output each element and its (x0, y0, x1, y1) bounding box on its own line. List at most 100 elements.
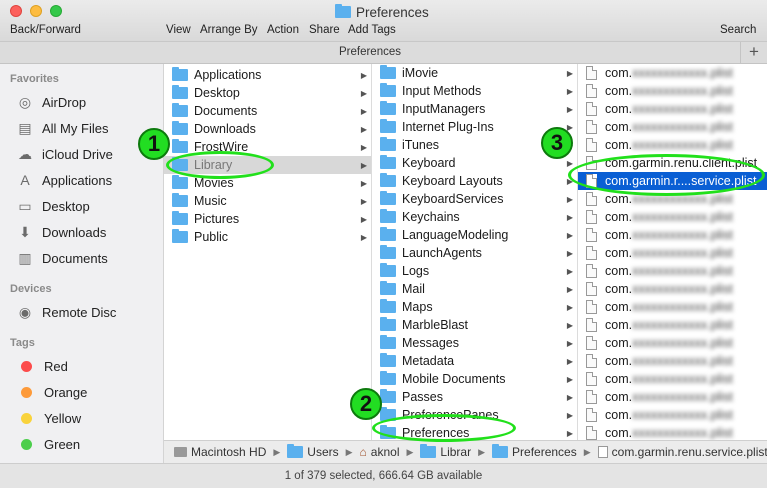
list-item[interactable]: KeyboardServices ▶ (372, 190, 577, 208)
new-tab-button[interactable]: + (740, 42, 767, 63)
list-item[interactable]: com.garmin.r....service.plist (578, 172, 767, 190)
list-item[interactable]: com. xxxxxxxxxxxx.plist (578, 208, 767, 226)
list-item[interactable]: InputManagers ▶ (372, 100, 577, 118)
disclosure-arrow-icon: ▶ (566, 356, 573, 366)
sidebar-item-downloads[interactable]: ⬇ Downloads (16, 222, 106, 242)
close-window-button[interactable] (10, 5, 22, 17)
list-item[interactable]: PreferencePanes ▶ (372, 406, 577, 424)
column-home[interactable]: Applications ▶ Desktop ▶ Documents ▶ Downloads… (164, 64, 372, 440)
path-segment-library[interactable]: Librar (420, 444, 471, 459)
list-item[interactable]: Mobile Documents ▶ (372, 370, 577, 388)
list-item[interactable]: Music ▶ (164, 192, 371, 210)
list-item[interactable]: com. xxxxxxxxxxxx.plist (578, 334, 767, 352)
path-segment-macintosh-hd[interactable]: Macintosh HD (174, 445, 266, 459)
folder-icon (380, 299, 396, 313)
add-tags-button[interactable]: Add Tags (348, 24, 396, 36)
list-item[interactable]: iMovie ▶ (372, 64, 577, 82)
document-icon (586, 336, 597, 350)
list-item[interactable]: com. xxxxxxxxxxxx.plist (578, 352, 767, 370)
list-item[interactable]: Maps ▶ (372, 298, 577, 316)
list-item[interactable]: Metadata ▶ (372, 352, 577, 370)
list-item[interactable]: com. xxxxxxxxxxxx.plist (578, 298, 767, 316)
arrange-by-button[interactable]: Arrange By (200, 24, 258, 36)
list-item[interactable]: Mail ▶ (372, 280, 577, 298)
minimize-window-button[interactable] (30, 5, 42, 17)
folder-icon (335, 4, 351, 18)
column-library[interactable]: iMovie ▶ Input Methods ▶ InputManagers ▶ Inter… (372, 64, 578, 440)
list-item[interactable]: Pictures ▶ (164, 210, 371, 228)
list-item[interactable]: Documents ▶ (164, 102, 371, 120)
list-item[interactable]: Keyboard Layouts ▶ (372, 172, 577, 190)
folder-icon (380, 425, 396, 439)
path-segment-preferences[interactable]: Preferences (492, 444, 577, 459)
sidebar-item-all-my-files[interactable]: ▤ All My Files (16, 118, 108, 138)
list-item[interactable]: Messages ▶ (372, 334, 577, 352)
sidebar-tag-green[interactable]: Green (16, 434, 80, 454)
list-item[interactable]: com. xxxxxxxxxxxx.plist (578, 244, 767, 262)
favorites-header: Favorites (10, 73, 59, 85)
back-forward-button[interactable]: Back/Forward (10, 24, 81, 36)
search-button[interactable]: Search (720, 24, 756, 36)
folder-icon (380, 407, 396, 421)
list-item[interactable]: Passes ▶ (372, 388, 577, 406)
sidebar-tag-red[interactable]: Red (16, 356, 68, 376)
list-item[interactable]: Keychains ▶ (372, 208, 577, 226)
path-segment-file[interactable]: com.garmin.renu.service.plist (597, 445, 767, 459)
list-item[interactable]: Applications ▶ (164, 66, 371, 84)
disclosure-arrow-icon: ▶ (360, 124, 367, 134)
list-item[interactable]: Logs ▶ (372, 262, 577, 280)
list-item[interactable]: com.garmin.renu.client.plist (578, 154, 767, 172)
list-item[interactable]: Keyboard ▶ (372, 154, 577, 172)
list-item[interactable]: com. xxxxxxxxxxxx.plist (578, 64, 767, 82)
sidebar-tag-yellow[interactable]: Yellow (16, 408, 81, 428)
list-item[interactable]: com. xxxxxxxxxxxx.plist (578, 424, 767, 440)
list-item[interactable]: com. xxxxxxxxxxxx.plist (578, 100, 767, 118)
list-item[interactable]: Downloads ▶ (164, 120, 371, 138)
folder-icon (380, 155, 396, 169)
tab-title: Preferences (338, 46, 401, 58)
list-item[interactable]: Desktop ▶ (164, 84, 371, 102)
view-button[interactable]: View (166, 24, 191, 36)
window-title: Preferences (335, 4, 429, 20)
sidebar-item-documents[interactable]: ▥ Documents (16, 248, 107, 268)
list-item[interactable]: Library ▶ (164, 156, 371, 174)
chevron-right-icon: ▶ (478, 446, 486, 457)
folder-icon (172, 139, 188, 153)
folder-icon (172, 193, 188, 207)
column-preferences[interactable]: com. xxxxxxxxxxxx.plist com. xxxxxxxxxxxx.p… (578, 64, 767, 440)
sidebar-item-airdrop[interactable]: ◎ AirDrop (16, 92, 86, 112)
list-item[interactable]: Movies ▶ (164, 174, 371, 192)
path-segment-home[interactable]: ⌂ aknol (360, 445, 400, 459)
list-item[interactable]: com. xxxxxxxxxxxx.plist (578, 226, 767, 244)
list-item[interactable]: com. xxxxxxxxxxxx.plist (578, 280, 767, 298)
sidebar-item-desktop[interactable]: ▭ Desktop (16, 196, 89, 216)
list-item[interactable]: com. xxxxxxxxxxxx.plist (578, 82, 767, 100)
share-button[interactable]: Share (309, 24, 340, 36)
action-button[interactable]: Action (267, 24, 299, 36)
list-item[interactable]: com. xxxxxxxxxxxx.plist (578, 370, 767, 388)
path-segment-users[interactable]: Users (287, 444, 339, 459)
list-item[interactable]: com. xxxxxxxxxxxx.plist (578, 262, 767, 280)
sidebar-item-remote-disc[interactable]: ◉ Remote Disc (16, 302, 117, 322)
sidebar-item-applications[interactable]: A Applications (16, 170, 112, 190)
list-item[interactable]: com. xxxxxxxxxxxx.plist (578, 388, 767, 406)
list-item[interactable]: Public ▶ (164, 228, 371, 246)
list-item[interactable]: LaunchAgents ▶ (372, 244, 577, 262)
sidebar-tag-orange[interactable]: Orange (16, 382, 87, 402)
list-item[interactable]: com. xxxxxxxxxxxx.plist (578, 118, 767, 136)
disclosure-arrow-icon: ▶ (566, 68, 573, 78)
chevron-right-icon: ▶ (583, 446, 591, 457)
list-item[interactable]: MarbleBlast ▶ (372, 316, 577, 334)
list-item[interactable]: com. xxxxxxxxxxxx.plist (578, 190, 767, 208)
list-item[interactable]: com. xxxxxxxxxxxx.plist (578, 136, 767, 154)
list-item[interactable]: com. xxxxxxxxxxxx.plist (578, 316, 767, 334)
list-item[interactable]: com. xxxxxxxxxxxx.plist (578, 406, 767, 424)
list-item[interactable]: Preferences ▶ (372, 424, 577, 440)
list-item[interactable]: Input Methods ▶ (372, 82, 577, 100)
disclosure-arrow-icon: ▶ (566, 410, 573, 420)
disclosure-arrow-icon: ▶ (566, 158, 573, 168)
list-item[interactable]: LanguageModeling ▶ (372, 226, 577, 244)
sidebar-item-icloud-drive[interactable]: ☁ iCloud Drive (16, 144, 113, 164)
zoom-window-button[interactable] (50, 5, 62, 17)
list-item[interactable]: FrostWire ▶ (164, 138, 371, 156)
